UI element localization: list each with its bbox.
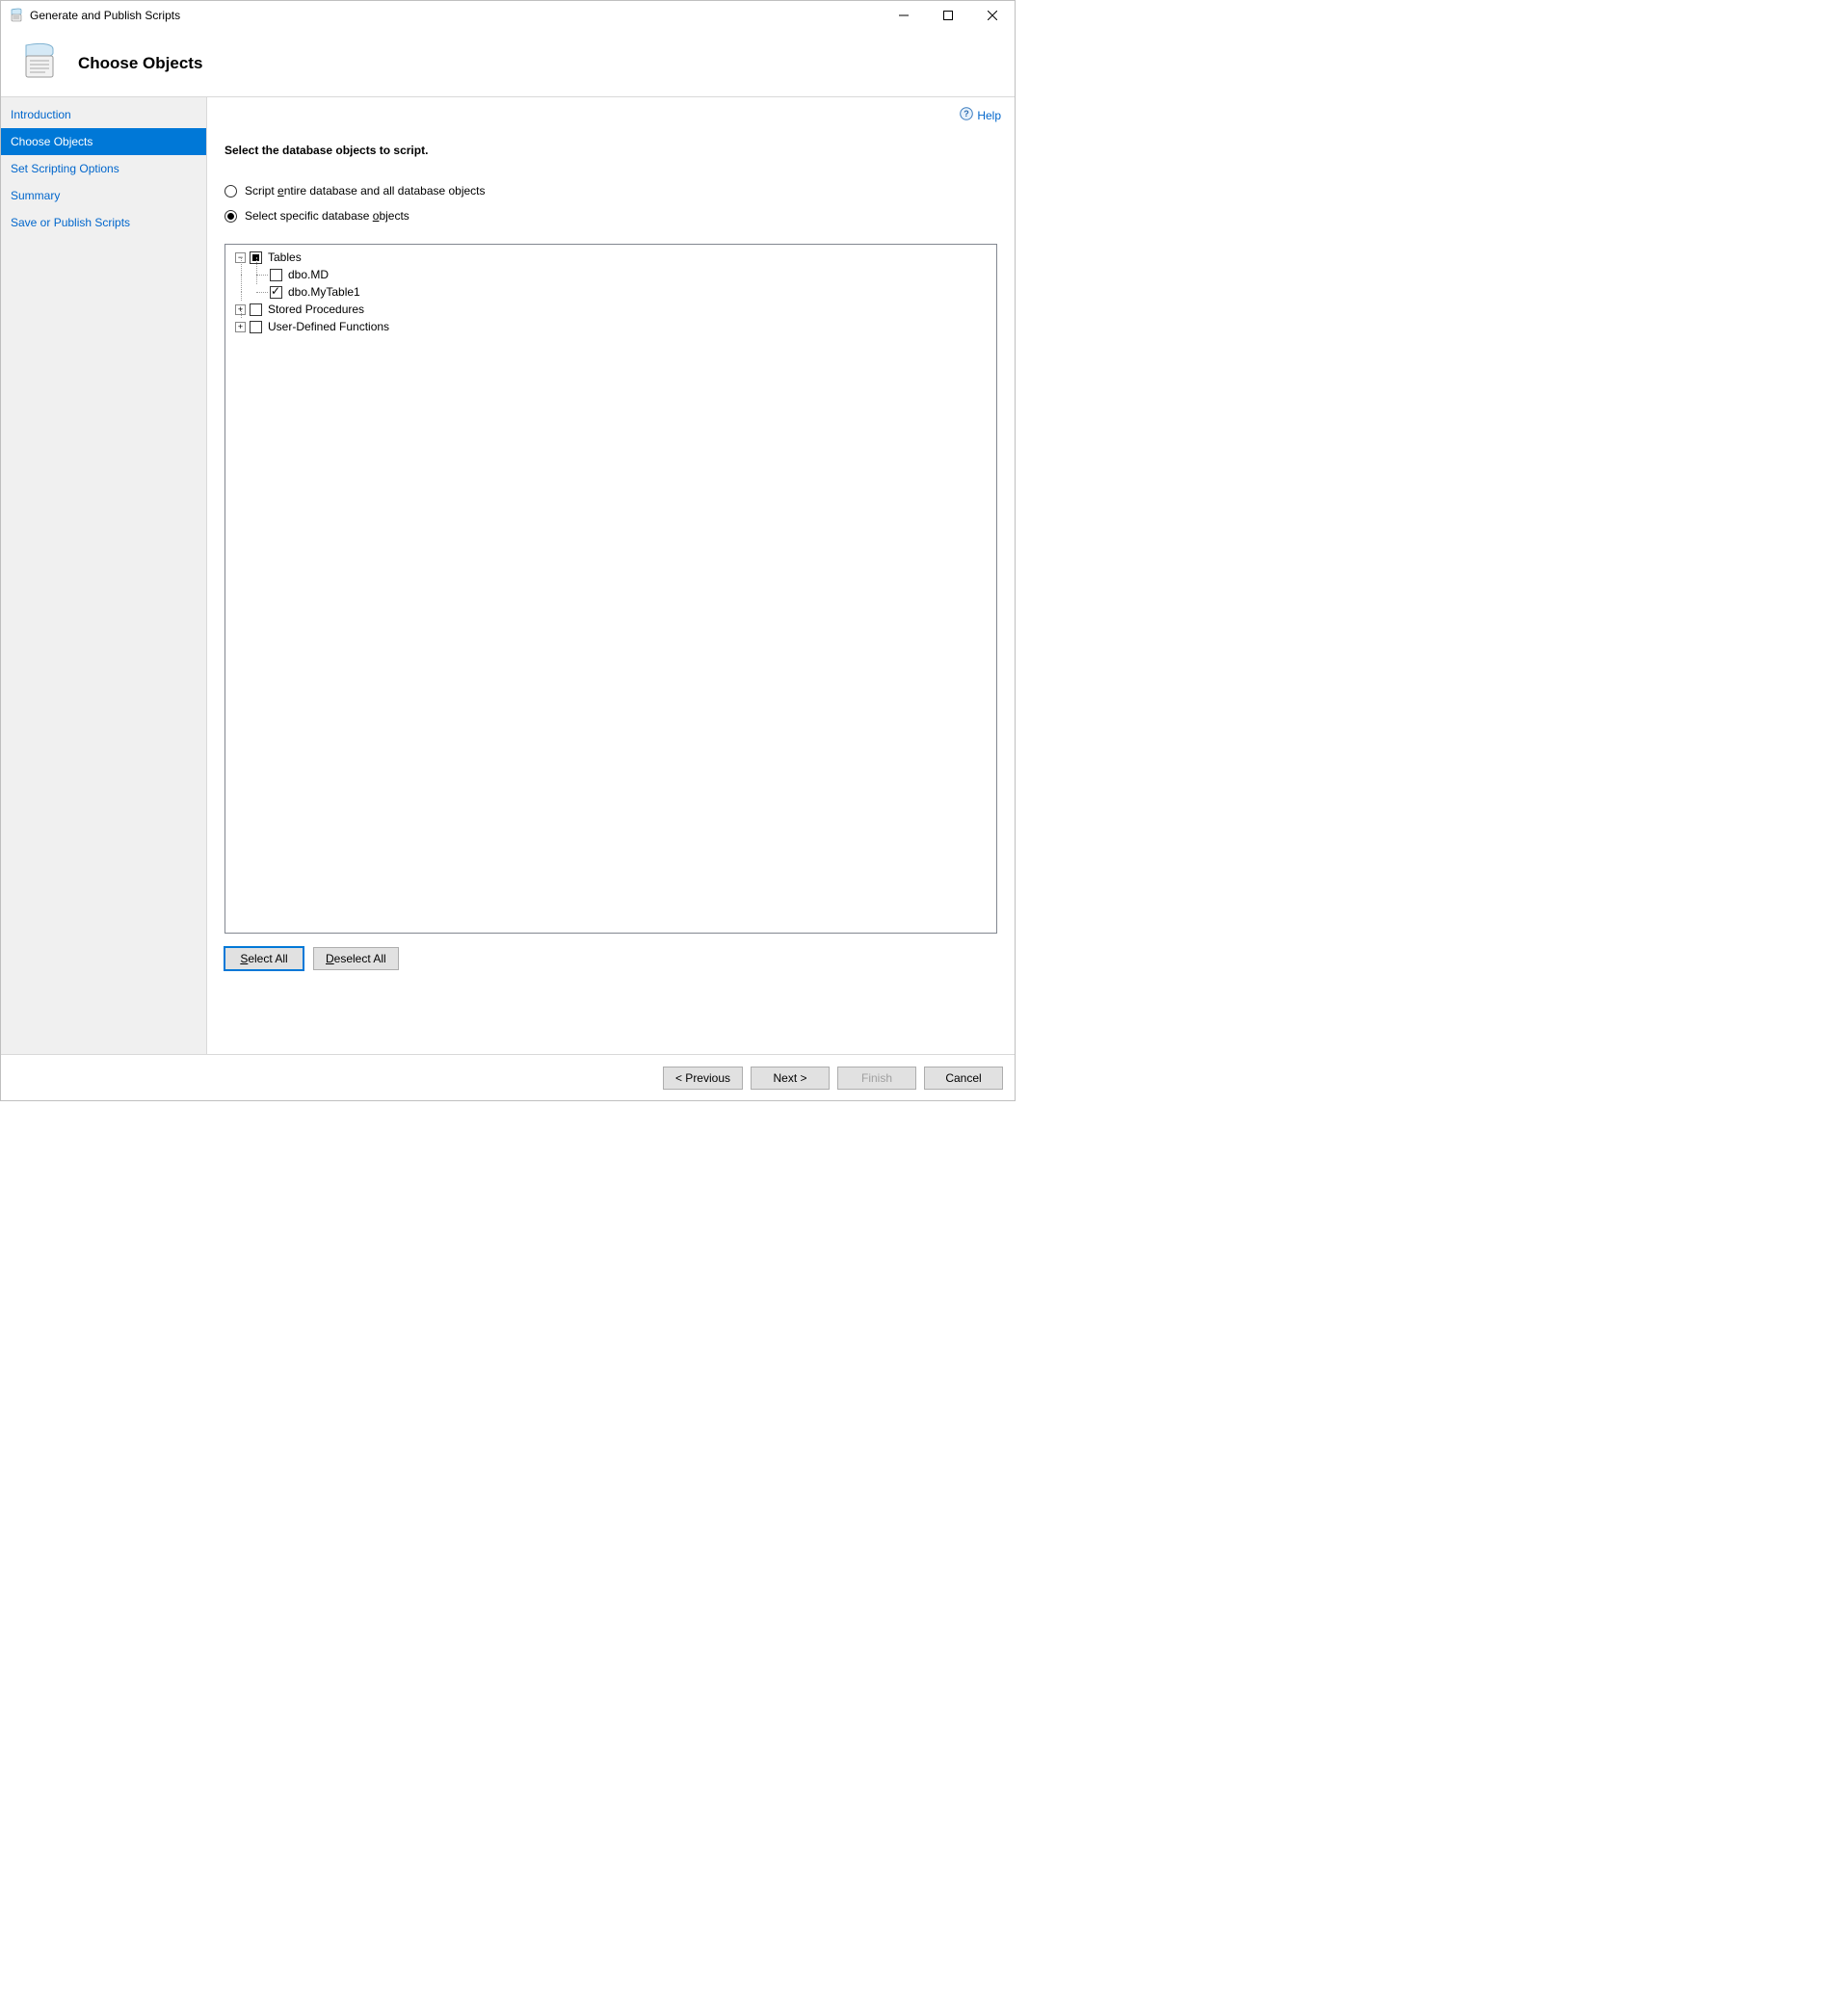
page-title: Choose Objects [78,54,202,73]
main-inner: Select the database objects to script. S… [207,97,1015,1055]
tree-node-label: User-Defined Functions [268,320,389,333]
tree-node-tables[interactable]: − Tables [231,249,990,266]
help-label: Help [977,109,1001,122]
radio-script-entire[interactable]: Script entire database and all database … [224,184,997,198]
checkbox-icon[interactable] [270,286,282,299]
title-left: Generate and Publish Scripts [9,8,180,23]
wizard-body: Introduction Choose Objects Set Scriptin… [1,97,1015,1055]
tree-item-label: dbo.MD [288,268,329,281]
radio-icon [224,185,237,198]
checkbox-icon[interactable] [250,303,262,316]
titlebar: Generate and Publish Scripts [1,1,1015,30]
checkbox-icon[interactable] [250,321,262,333]
cancel-button[interactable]: Cancel [924,1067,1003,1090]
maximize-button[interactable] [926,1,970,30]
app-icon [9,8,24,23]
help-icon: ? [960,107,973,123]
radio-select-specific[interactable]: Select specific database objects [224,209,997,223]
tree-node-label: Stored Procedures [268,303,364,316]
select-all-button[interactable]: Select All [224,947,304,970]
header-banner: Choose Objects [1,30,1015,97]
sidebar: Introduction Choose Objects Set Scriptin… [1,97,207,1055]
tree-node-udf[interactable]: + User-Defined Functions [231,318,990,335]
previous-button[interactable]: < Previous [663,1067,743,1090]
tree-item[interactable]: dbo.MyTable1 [231,283,990,301]
sidebar-item-summary[interactable]: Summary [1,182,206,209]
window-title: Generate and Publish Scripts [30,9,180,22]
tree-item-label: dbo.MyTable1 [288,285,360,299]
svg-text:?: ? [964,109,970,119]
finish-button: Finish [837,1067,916,1090]
minimize-button[interactable] [882,1,926,30]
object-tree[interactable]: − Tables dbo.MD d [224,244,997,934]
section-title: Select the database objects to script. [224,144,997,157]
sidebar-item-choose-objects[interactable]: Choose Objects [1,128,206,155]
tree-item[interactable]: dbo.MD [231,266,990,283]
wizard-footer: < Previous Next > Finish Cancel [1,1054,1015,1100]
radio-label: Script entire database and all database … [245,184,486,198]
checkbox-icon[interactable] [270,269,282,281]
sidebar-item-save-or-publish-scripts[interactable]: Save or Publish Scripts [1,209,206,236]
sidebar-item-set-scripting-options[interactable]: Set Scripting Options [1,155,206,182]
radio-icon [224,210,237,223]
help-link[interactable]: ? Help [960,107,1001,123]
tree-node-stored-procedures[interactable]: + Stored Procedures [231,301,990,318]
selection-buttons: Select All Deselect All [224,947,997,970]
page-icon [18,40,61,87]
radio-label: Select specific database objects [245,209,409,223]
window-controls [882,1,1015,30]
close-button[interactable] [970,1,1015,30]
main-panel: ? Help Select the database objects to sc… [207,97,1015,1055]
next-button[interactable]: Next > [751,1067,830,1090]
sidebar-item-introduction[interactable]: Introduction [1,101,206,128]
expand-icon[interactable]: + [235,322,246,332]
deselect-all-button[interactable]: Deselect All [313,947,399,970]
tree-node-label: Tables [268,250,302,264]
